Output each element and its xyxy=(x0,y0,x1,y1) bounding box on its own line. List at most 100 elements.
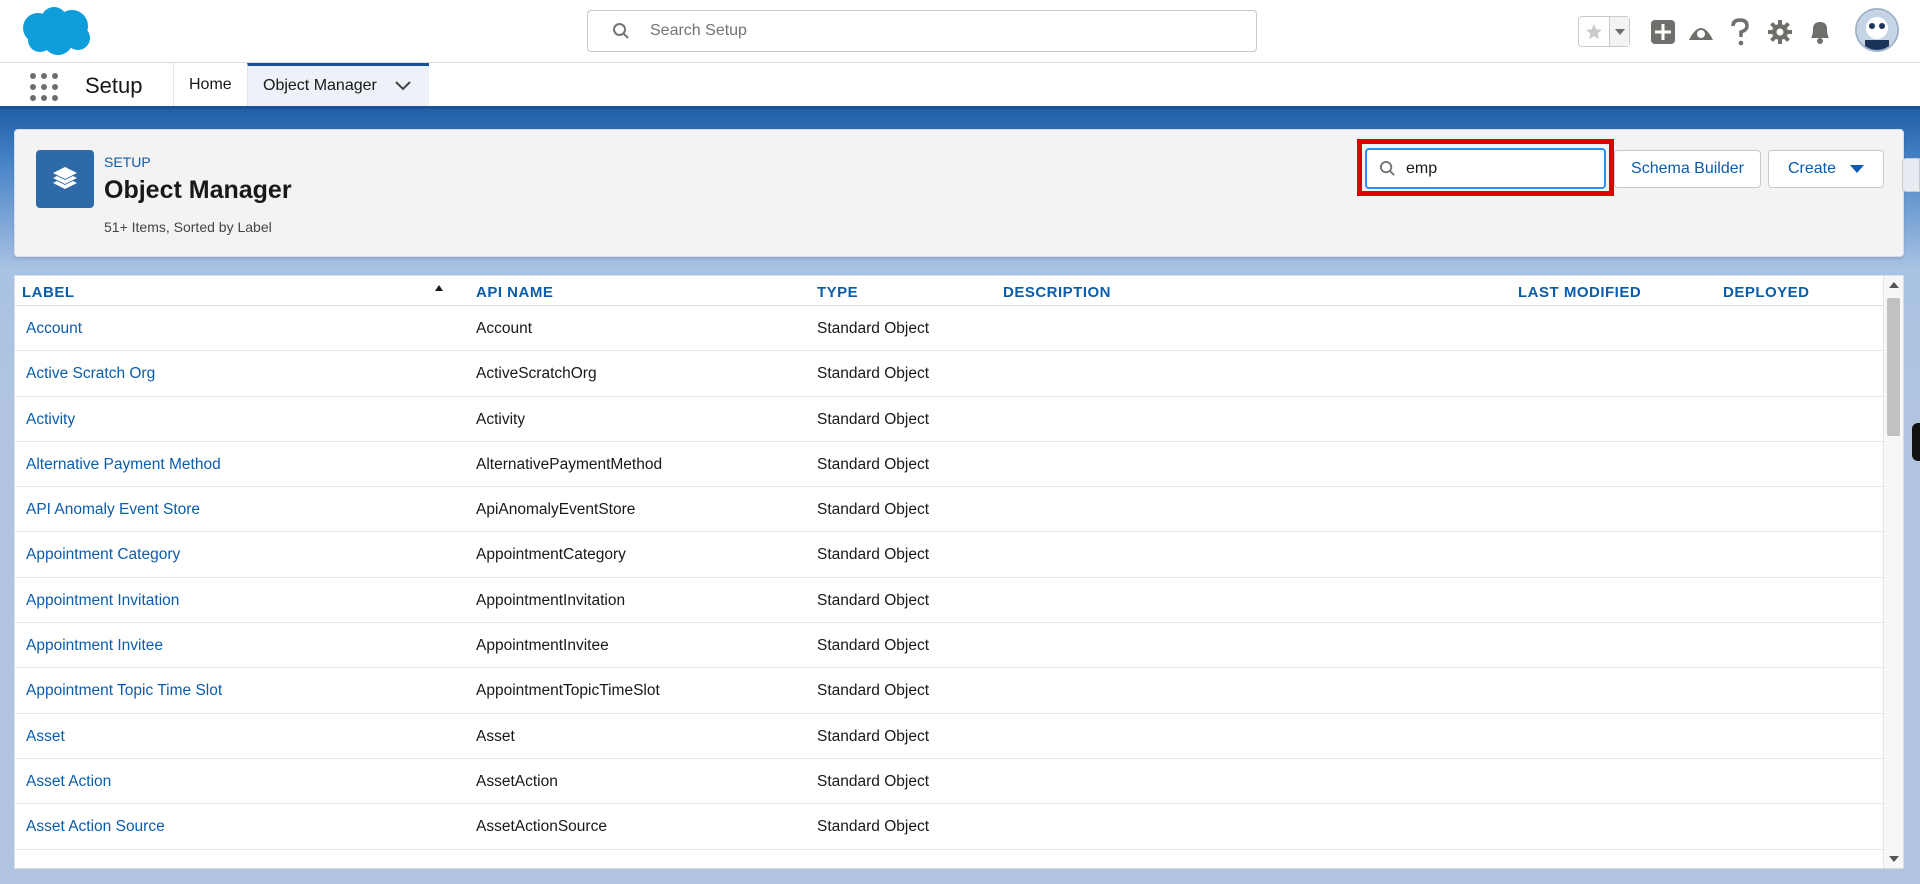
row-label-link[interactable]: Active Scratch Org xyxy=(26,365,155,383)
tab-object-manager-label: Object Manager xyxy=(263,77,377,94)
row-api-name: AppointmentTopicTimeSlot xyxy=(476,682,660,700)
row-label-link[interactable]: Asset xyxy=(26,728,65,746)
table-row xyxy=(15,850,1883,868)
table-row: Asset Action Source AssetActionSource Stan… xyxy=(15,804,1883,850)
row-api-name: ActiveScratchOrg xyxy=(476,365,597,383)
table-body: Account Account Standard Object Active Scra… xyxy=(15,306,1883,868)
notifications-bell-icon[interactable] xyxy=(1805,17,1835,47)
schema-builder-button[interactable]: Schema Builder xyxy=(1614,150,1761,188)
table-row: Activity Activity Standard Object xyxy=(15,397,1883,442)
quick-find-box[interactable] xyxy=(1365,148,1606,189)
search-icon xyxy=(613,23,629,39)
column-header-deployed[interactable]: DEPLOYED xyxy=(1723,284,1810,301)
row-api-name: AlternativePaymentMethod xyxy=(476,455,663,473)
scroll-up-icon[interactable] xyxy=(1889,282,1899,288)
row-type: Standard Object xyxy=(817,591,930,609)
row-api-name: AssetAction xyxy=(476,772,558,790)
table-row: Appointment Invitee AppointmentInvitee Sta… xyxy=(15,623,1883,669)
row-label-link[interactable]: Asset Action xyxy=(26,773,111,791)
breadcrumb[interactable]: SETUP xyxy=(104,154,151,170)
page-header: SETUP Object Manager 51+ Items, Sorted b… xyxy=(14,129,1904,257)
column-header-label[interactable]: LABEL xyxy=(22,284,75,301)
favorites-star-icon[interactable] xyxy=(1579,17,1610,46)
column-header-description[interactable]: DESCRIPTION xyxy=(1003,284,1111,301)
row-api-name: Asset xyxy=(476,727,515,745)
trailhead-icon[interactable] xyxy=(1686,17,1716,47)
favorites-button-group xyxy=(1578,16,1630,47)
favorites-dropdown-icon[interactable] xyxy=(1610,17,1629,46)
row-label-link[interactable]: API Anomaly Event Store xyxy=(26,501,200,519)
row-type: Standard Object xyxy=(817,818,930,836)
scrollbar-thumb[interactable] xyxy=(1887,298,1900,436)
table-row: Appointment Category AppointmentCategory S… xyxy=(15,532,1883,578)
setup-gear-icon[interactable] xyxy=(1765,17,1795,47)
row-type: Standard Object xyxy=(817,410,930,428)
edge-handle[interactable] xyxy=(1912,423,1920,461)
caret-down-icon xyxy=(1850,165,1865,173)
row-type: Standard Object xyxy=(817,637,930,655)
row-label-link[interactable]: Alternative Payment Method xyxy=(26,456,221,474)
row-api-name: AssetActionSource xyxy=(476,818,607,836)
row-type: Standard Object xyxy=(817,365,930,383)
row-label-link[interactable]: Activity xyxy=(26,411,75,429)
column-header-api-name[interactable]: API NAME xyxy=(476,284,553,301)
row-type: Standard Object xyxy=(817,682,930,700)
app-launcher-icon[interactable] xyxy=(28,71,58,101)
global-search-box[interactable] xyxy=(587,10,1257,52)
schema-builder-label: Schema Builder xyxy=(1631,160,1744,177)
create-button[interactable]: Create xyxy=(1768,150,1884,188)
table-row: Asset Asset Standard Object xyxy=(15,714,1883,759)
chevron-down-icon[interactable] xyxy=(395,81,411,91)
row-type: Standard Object xyxy=(817,727,930,745)
table-scrollbar[interactable] xyxy=(1883,276,1903,868)
global-search-input[interactable] xyxy=(650,22,1210,40)
row-label-link[interactable]: Appointment Category xyxy=(26,546,180,564)
table-row: Appointment Topic Time Slot AppointmentTo… xyxy=(15,668,1883,714)
tab-home[interactable]: Home xyxy=(173,63,247,106)
global-header xyxy=(0,0,1920,63)
row-type: Standard Object xyxy=(817,320,930,337)
row-label-link[interactable]: Account xyxy=(26,320,82,338)
app-name: Setup xyxy=(85,73,143,98)
table-row: Active Scratch Org ActiveScratchOrg Standa… xyxy=(15,351,1883,397)
sort-ascending-icon[interactable] xyxy=(435,285,443,291)
column-header-last-modified[interactable]: LAST MODIFIED xyxy=(1518,284,1641,301)
table-header: LABEL API NAME TYPE DESCRIPTION LAST MOD… xyxy=(15,276,1883,306)
tab-object-manager[interactable]: Object Manager xyxy=(247,63,429,106)
add-icon[interactable] xyxy=(1648,17,1678,47)
side-panel-toggle[interactable] xyxy=(1902,158,1920,192)
tab-home-label: Home xyxy=(189,75,232,93)
table-row: Asset Action AssetAction Standard Object xyxy=(15,759,1883,805)
row-api-name: AppointmentCategory xyxy=(476,546,626,564)
row-api-name: AppointmentInvitee xyxy=(476,637,609,655)
column-header-type[interactable]: TYPE xyxy=(817,284,858,301)
row-api-name: Activity xyxy=(476,410,526,428)
create-label: Create xyxy=(1787,160,1837,177)
page-title: Object Manager xyxy=(104,176,292,204)
list-meta-info: 51+ Items, Sorted by Label xyxy=(104,219,272,235)
table-row: Account Account Standard Object xyxy=(15,306,1883,352)
object-manager-layers-icon xyxy=(36,150,94,208)
table-row: Appointment Invitation AppointmentInvitat… xyxy=(15,578,1883,624)
app-nav-bar: Setup Home Object Manager xyxy=(0,63,1920,109)
row-api-name: ApiAnomalyEventStore xyxy=(476,501,636,519)
row-type: Standard Object xyxy=(817,546,930,564)
row-label-link[interactable]: Appointment Invitation xyxy=(26,592,179,610)
help-icon[interactable] xyxy=(1725,17,1755,47)
salesforce-cloud-logo[interactable] xyxy=(18,6,92,58)
row-label-link[interactable]: Appointment Topic Time Slot xyxy=(26,682,222,700)
row-label-link[interactable]: Asset Action Source xyxy=(26,818,165,836)
quick-find-input[interactable] xyxy=(1406,159,1586,178)
search-icon xyxy=(1379,160,1395,176)
row-type: Standard Object xyxy=(817,455,930,473)
row-type: Standard Object xyxy=(817,772,930,790)
row-label-link[interactable]: Appointment Invitee xyxy=(26,637,163,655)
table-row: Alternative Payment Method AlternativePay… xyxy=(15,442,1883,488)
object-list-table: LABEL API NAME TYPE DESCRIPTION LAST MOD… xyxy=(14,275,1904,869)
user-avatar[interactable] xyxy=(1855,8,1899,52)
scroll-down-icon[interactable] xyxy=(1889,856,1899,862)
row-api-name: AppointmentInvitation xyxy=(476,591,626,609)
row-api-name: Account xyxy=(476,320,533,337)
table-row: API Anomaly Event Store ApiAnomalyEventSt… xyxy=(15,487,1883,533)
row-type: Standard Object xyxy=(817,501,930,519)
